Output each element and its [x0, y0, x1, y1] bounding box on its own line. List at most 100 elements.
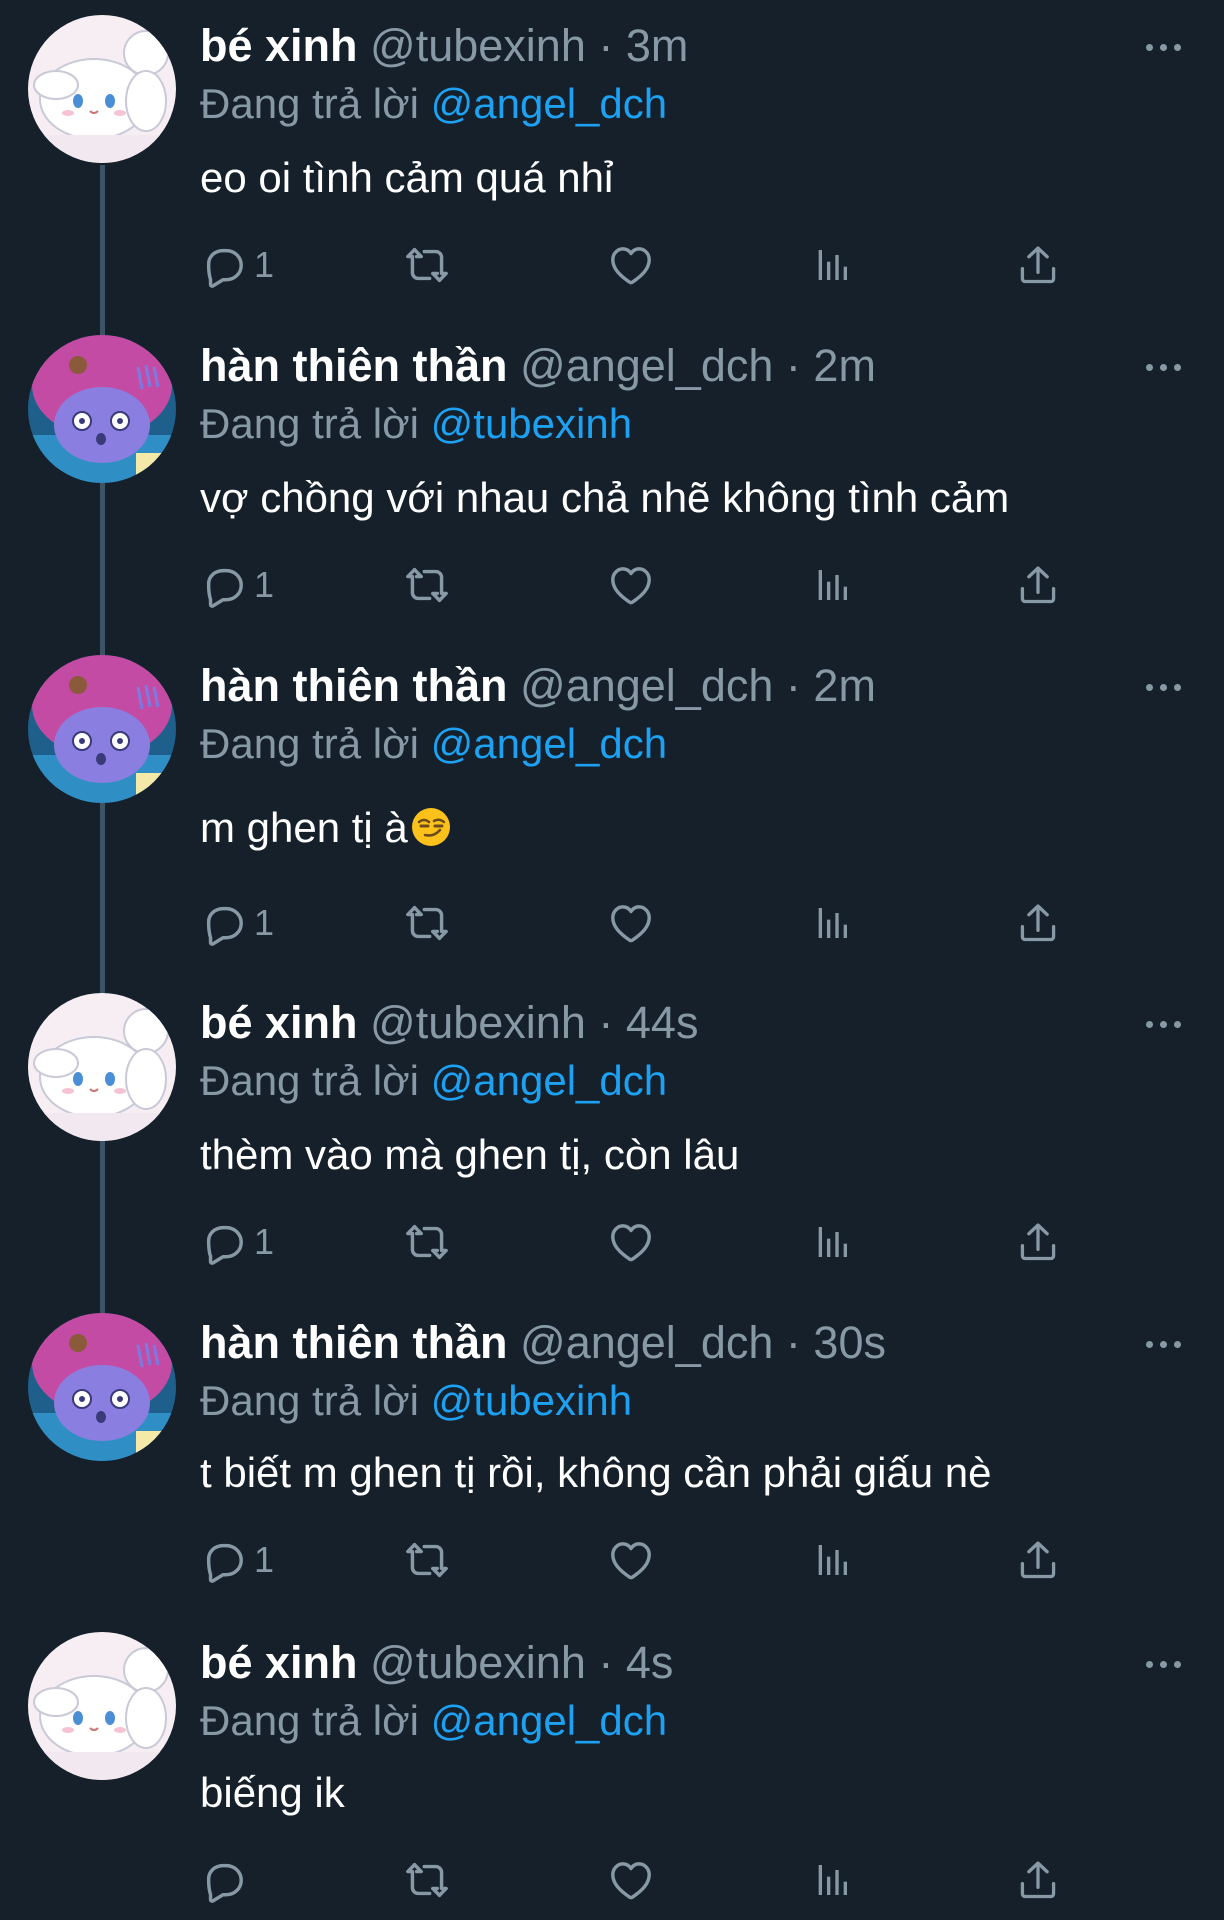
- cinnamoroll-avatar: [28, 993, 176, 1141]
- share-button[interactable]: [1016, 240, 1060, 290]
- views-button[interactable]: [812, 898, 852, 948]
- reply-count: 1: [254, 902, 275, 943]
- replying-to: Đang trả lời @tubexinh: [200, 1373, 632, 1429]
- like-button[interactable]: [608, 898, 654, 948]
- heart-icon: [608, 900, 654, 946]
- views-button[interactable]: [812, 1217, 852, 1267]
- retweet-button[interactable]: [404, 240, 450, 290]
- reply-button[interactable]: 1: [200, 898, 274, 948]
- avatar[interactable]: [28, 1313, 176, 1461]
- retweet-icon: [404, 242, 450, 288]
- tweet-text: biếng ik: [200, 1769, 345, 1816]
- like-button[interactable]: [608, 240, 654, 290]
- tweet[interactable]: bé xinh @tubexinh · 3m Đang trả lời @ang…: [0, 0, 1224, 320]
- user-handle[interactable]: @tubexinh: [370, 997, 586, 1048]
- mention-link[interactable]: @tubexinh: [431, 1377, 632, 1424]
- timestamp[interactable]: 2m: [813, 660, 876, 711]
- mention-link[interactable]: @angel_dch: [431, 1057, 667, 1104]
- like-button[interactable]: [608, 560, 654, 610]
- user-handle[interactable]: @tubexinh: [370, 1637, 586, 1688]
- more-icon[interactable]: [1144, 358, 1184, 378]
- retweet-button[interactable]: [404, 1535, 450, 1585]
- tweet[interactable]: hàn thiên thần @angel_dch · 30s Đang trả…: [0, 1295, 1224, 1615]
- reply-prefix: Đang trả lời: [200, 1697, 419, 1744]
- share-button[interactable]: [1016, 560, 1060, 610]
- display-name[interactable]: hàn thiên thần: [200, 660, 508, 711]
- user-handle[interactable]: @angel_dch: [520, 660, 773, 711]
- reply-prefix: Đang trả lời: [200, 400, 419, 447]
- separator: ·: [785, 1317, 801, 1368]
- share-button[interactable]: [1016, 1855, 1060, 1905]
- timestamp[interactable]: 3m: [626, 20, 689, 71]
- separator: ·: [598, 1637, 614, 1688]
- views-button[interactable]: [812, 560, 852, 610]
- timestamp[interactable]: 2m: [813, 340, 876, 391]
- tweet[interactable]: bé xinh @tubexinh · 44s Đang trả lời @an…: [0, 975, 1224, 1295]
- user-handle[interactable]: @angel_dch: [520, 1317, 773, 1368]
- views-button[interactable]: [812, 240, 852, 290]
- cinnamoroll-avatar: [28, 15, 176, 163]
- reply-count: 1: [254, 1221, 275, 1262]
- display-name[interactable]: hàn thiên thần: [200, 340, 508, 391]
- reply-button[interactable]: 1: [200, 1535, 274, 1585]
- mention-link[interactable]: @tubexinh: [431, 400, 632, 447]
- more-icon[interactable]: [1144, 1655, 1184, 1675]
- share-icon: [1016, 1220, 1060, 1264]
- display-name[interactable]: hàn thiên thần: [200, 1317, 508, 1368]
- avatar[interactable]: [28, 1632, 176, 1780]
- mention-link[interactable]: @angel_dch: [431, 720, 667, 767]
- avatar[interactable]: [28, 993, 176, 1141]
- like-button[interactable]: [608, 1855, 654, 1905]
- separator: ·: [598, 20, 614, 71]
- timestamp[interactable]: 44s: [626, 997, 699, 1048]
- like-button[interactable]: [608, 1535, 654, 1585]
- mention-link[interactable]: @angel_dch: [431, 1697, 667, 1744]
- reply-button[interactable]: 1: [200, 560, 274, 610]
- purple-character-avatar: [28, 1313, 176, 1461]
- share-icon: [1016, 901, 1060, 945]
- more-icon[interactable]: [1144, 678, 1184, 698]
- tweet[interactable]: hàn thiên thần @angel_dch · 2m Đang trả …: [0, 320, 1224, 640]
- tweet[interactable]: bé xinh @tubexinh · 4s Đang trả lời @ang…: [0, 1615, 1224, 1920]
- retweet-button[interactable]: [404, 898, 450, 948]
- user-handle[interactable]: @tubexinh: [370, 20, 586, 71]
- reply-button[interactable]: 1: [200, 240, 274, 290]
- share-button[interactable]: [1016, 1535, 1060, 1585]
- more-icon[interactable]: [1144, 38, 1184, 58]
- timestamp[interactable]: 30s: [813, 1317, 886, 1368]
- reply-icon: [200, 1219, 246, 1265]
- share-button[interactable]: [1016, 1217, 1060, 1267]
- retweet-button[interactable]: [404, 560, 450, 610]
- user-handle[interactable]: @angel_dch: [520, 340, 773, 391]
- timestamp[interactable]: 4s: [626, 1637, 674, 1688]
- display-name[interactable]: bé xinh: [200, 20, 358, 71]
- tweet-header: hàn thiên thần @angel_dch · 2m: [200, 338, 876, 394]
- retweet-button[interactable]: [404, 1855, 450, 1905]
- reply-icon: [200, 900, 246, 946]
- views-button[interactable]: [812, 1535, 852, 1585]
- replying-to: Đang trả lời @angel_dch: [200, 1053, 667, 1109]
- heart-icon: [608, 1219, 654, 1265]
- more-icon[interactable]: [1144, 1015, 1184, 1035]
- share-icon: [1016, 243, 1060, 287]
- reply-button[interactable]: 1: [200, 1217, 274, 1267]
- views-button[interactable]: [812, 1855, 852, 1905]
- tweet-body: m ghen tị à: [200, 800, 452, 856]
- separator: ·: [598, 997, 614, 1048]
- retweet-icon: [404, 562, 450, 608]
- display-name[interactable]: bé xinh: [200, 1637, 358, 1688]
- retweet-button[interactable]: [404, 1217, 450, 1267]
- avatar[interactable]: [28, 655, 176, 803]
- analytics-icon: [812, 1860, 852, 1900]
- display-name[interactable]: bé xinh: [200, 997, 358, 1048]
- avatar[interactable]: [28, 15, 176, 163]
- mention-link[interactable]: @angel_dch: [431, 80, 667, 127]
- action-bar: [200, 1855, 1080, 1905]
- reply-button[interactable]: [200, 1855, 254, 1905]
- tweet[interactable]: hàn thiên thần @angel_dch · 2m Đang trả …: [0, 640, 1224, 975]
- like-button[interactable]: [608, 1217, 654, 1267]
- more-icon[interactable]: [1144, 1335, 1184, 1355]
- avatar[interactable]: [28, 335, 176, 483]
- reply-prefix: Đang trả lời: [200, 1377, 419, 1424]
- share-button[interactable]: [1016, 898, 1060, 948]
